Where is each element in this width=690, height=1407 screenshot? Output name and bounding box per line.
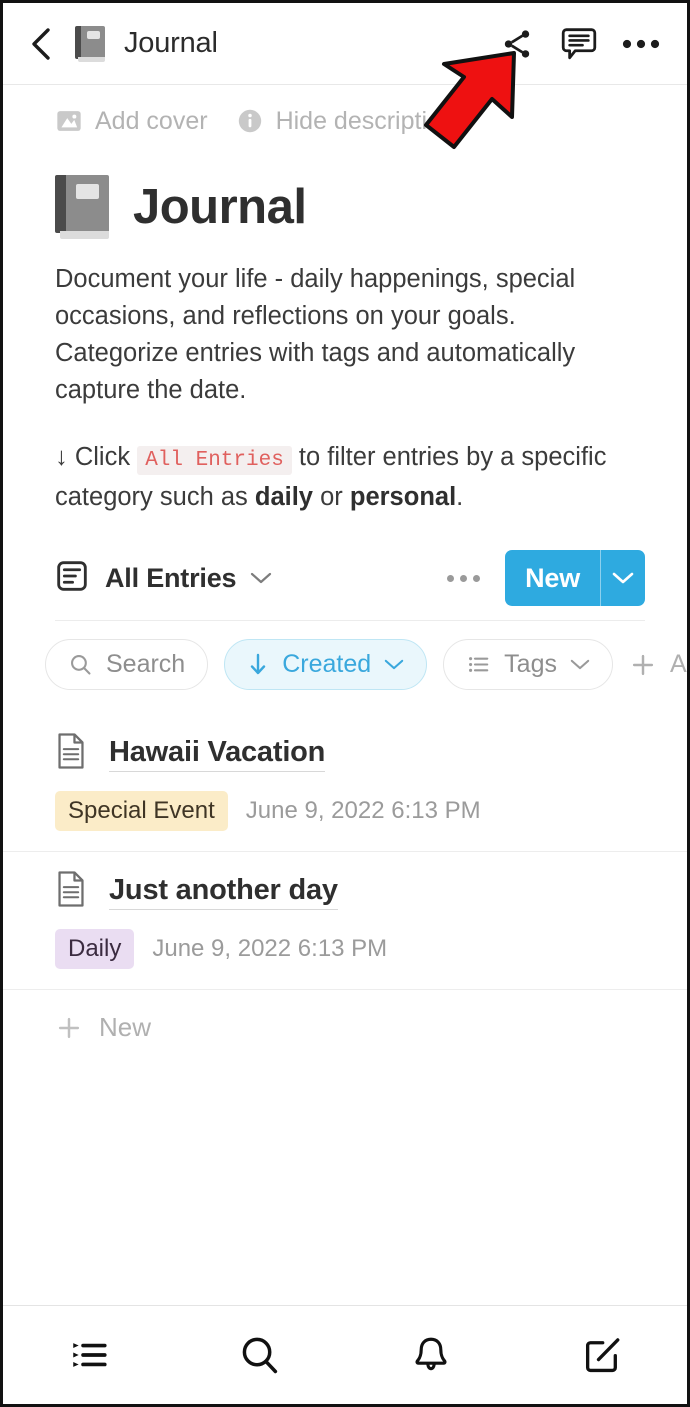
chevron-down-icon <box>384 658 404 671</box>
hint-conjunction: or <box>320 483 343 511</box>
status-badge: Daily <box>55 929 135 969</box>
created-chip-label: Created <box>282 650 372 678</box>
page-title: Journal <box>133 180 307 234</box>
chevron-down-icon <box>250 571 272 585</box>
page-icon <box>55 870 87 913</box>
search-chip-label: Search <box>106 650 186 678</box>
back-button[interactable] <box>21 24 61 64</box>
entry-meta: Special Event June 9, 2022 6:13 PM <box>55 791 645 831</box>
tab-new-note[interactable] <box>516 1306 687 1404</box>
search-chip[interactable]: Search <box>45 639 209 690</box>
view-selector[interactable]: All Entries <box>55 559 272 598</box>
entry-title[interactable]: Just another day <box>109 874 338 910</box>
page-hint: ↓ Click All Entries to filter entries by… <box>3 409 687 516</box>
app-window: Journal Add cover Hide description Journ… <box>0 0 690 1407</box>
chevron-left-icon <box>32 27 50 60</box>
tags-chip-label: Tags <box>504 650 557 678</box>
arrow-down-icon <box>247 652 269 677</box>
page-description[interactable]: Document your life - daily happenings, s… <box>3 239 687 409</box>
image-icon <box>55 107 83 135</box>
entries-list: Hawaii Vacation Special Event June 9, 20… <box>3 690 687 1043</box>
entry-date: June 9, 2022 6:13 PM <box>152 935 388 962</box>
view-name-label: All Entries <box>105 562 237 593</box>
status-badge: Special Event <box>55 791 228 831</box>
more-horizontal-icon <box>447 574 455 582</box>
hint-bold-personal: personal <box>349 483 457 511</box>
entry-title[interactable]: Hawaii Vacation <box>109 736 325 772</box>
entry-title-row: Hawaii Vacation <box>55 732 645 775</box>
hint-conjunction-wrap: or <box>313 483 350 511</box>
filter-chips-row: Search Created Tags A <box>3 621 687 690</box>
compose-icon <box>585 1338 619 1373</box>
tab-search[interactable] <box>174 1306 345 1404</box>
entry-meta: Daily June 9, 2022 6:13 PM <box>55 929 645 969</box>
tab-notifications[interactable] <box>345 1306 516 1404</box>
more-button[interactable] <box>617 20 665 68</box>
hide-description-label: Hide description <box>275 106 455 135</box>
bell-icon <box>414 1337 447 1371</box>
search-icon <box>68 652 93 677</box>
list-icon <box>466 652 491 677</box>
chevron-down-icon <box>612 572 634 584</box>
book-glyph-large <box>55 175 109 239</box>
comment-icon <box>561 27 597 59</box>
more-icon <box>622 39 660 48</box>
hide-description-button[interactable]: Hide description <box>236 107 455 136</box>
table-row[interactable]: Just another day Daily June 9, 2022 6:13… <box>3 852 687 990</box>
hint-end: . <box>456 483 464 511</box>
search-icon <box>242 1337 277 1374</box>
page-content: Add cover Hide description Journal Docum… <box>3 85 687 1043</box>
tab-list[interactable] <box>3 1306 174 1404</box>
add-new-entry-button[interactable]: New <box>3 990 687 1043</box>
app-bar: Journal <box>3 3 687 85</box>
add-filter-button[interactable]: Add f <box>629 650 687 679</box>
add-new-entry-label: New <box>99 1012 152 1042</box>
hint-bold-daily: daily <box>254 483 313 511</box>
tags-chip[interactable]: Tags <box>443 639 613 690</box>
list-view-icon <box>55 559 89 598</box>
hint-code-all-entries: All Entries <box>137 446 292 475</box>
database-view-bar: All Entries New <box>3 516 687 606</box>
comment-button[interactable] <box>555 20 603 68</box>
app-bar-title: Journal <box>124 27 218 59</box>
share-button[interactable] <box>493 20 541 68</box>
page-title-row: Journal <box>3 133 687 239</box>
list-bullets-icon <box>72 1343 107 1367</box>
info-icon <box>236 107 264 135</box>
share-icon <box>504 29 530 58</box>
bottom-tab-bar <box>3 1305 687 1404</box>
view-options-button[interactable] <box>444 574 483 582</box>
new-entry-label: New <box>525 562 580 593</box>
new-entry-button[interactable]: New <box>505 550 645 606</box>
new-entry-dropdown-button[interactable] <box>601 550 645 606</box>
add-filter-label: Add f <box>669 650 687 678</box>
add-cover-label: Add cover <box>95 106 208 135</box>
hint-arrow: ↓ <box>55 443 68 471</box>
book-glyph <box>75 25 105 62</box>
table-row[interactable]: Hawaii Vacation Special Event June 9, 20… <box>3 714 687 852</box>
chevron-down-icon <box>570 658 590 671</box>
hint-before: Click <box>74 443 131 471</box>
plus-icon <box>629 651 657 679</box>
page-icon <box>55 732 87 775</box>
notebook-emoji <box>73 24 107 64</box>
created-chip[interactable]: Created <box>224 639 428 690</box>
add-cover-button[interactable]: Add cover <box>55 107 208 136</box>
plus-icon <box>55 1014 83 1042</box>
page-meta-row: Add cover Hide description <box>3 85 687 136</box>
entry-date: June 9, 2022 6:13 PM <box>245 797 481 824</box>
page-emoji[interactable] <box>55 175 109 239</box>
entry-title-row: Just another day <box>55 870 645 913</box>
